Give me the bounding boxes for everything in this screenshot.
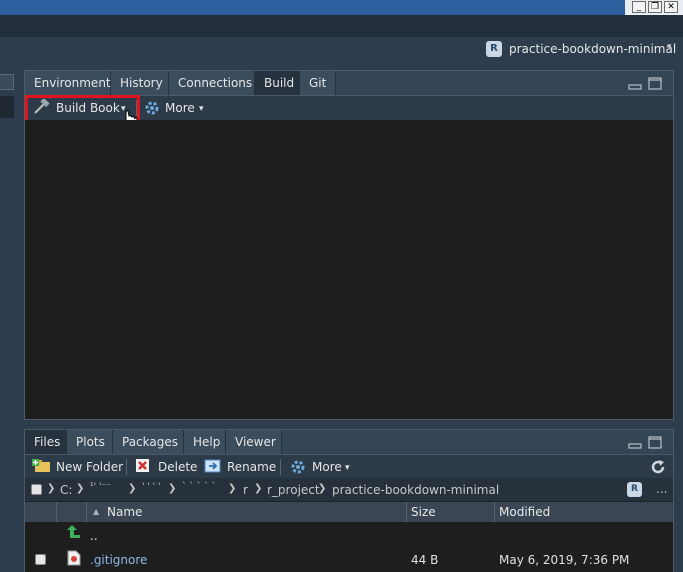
left-pane-toolbar — [0, 96, 14, 118]
file-icon — [66, 550, 82, 569]
tab-help[interactable]: Help — [184, 430, 226, 454]
tab-plots[interactable]: Plots — [67, 430, 113, 454]
breadcrumb-chevron-icon: ❯ — [128, 483, 137, 494]
breadcrumb-item[interactable]: ¹' '⁻⁻ — [90, 482, 111, 492]
breadcrumb-item[interactable]: r_project — [267, 483, 320, 497]
select-all-checkbox[interactable] — [31, 484, 42, 495]
tab-build[interactable]: Build — [255, 71, 300, 95]
tab-git[interactable]: Git — [300, 71, 336, 95]
tab-environment[interactable]: Environment — [25, 71, 111, 95]
breadcrumb-chevron-icon: ❯ — [76, 483, 85, 494]
minimize-button[interactable]: _ — [632, 1, 646, 13]
column-header-icon — [57, 502, 87, 522]
rename-button[interactable]: Rename — [227, 457, 276, 477]
minimize-pane-icon[interactable] — [628, 80, 642, 93]
left-pane-restore-icon[interactable] — [0, 74, 14, 90]
file-size: 44 B — [411, 553, 439, 567]
file-modified: May 6, 2019, 7:36 PM — [499, 553, 630, 567]
close-button[interactable]: ✕ — [664, 1, 678, 13]
project-caret-icon[interactable]: ▾ — [667, 42, 672, 52]
maximize-pane-icon[interactable] — [648, 436, 662, 452]
column-header-modified[interactable]: Modified — [495, 502, 673, 522]
gear-icon — [144, 100, 160, 119]
breadcrumb-chevron-icon: ❯ — [47, 483, 56, 494]
app-toolbar — [0, 15, 683, 38]
sort-ascending-icon: ▲ — [93, 507, 100, 516]
left-pane — [0, 70, 16, 572]
r-project-icon: R — [486, 41, 502, 57]
file-name-parent[interactable]: .. — [90, 529, 98, 543]
delete-button[interactable]: Delete — [158, 457, 197, 477]
gear-icon — [290, 459, 306, 478]
breadcrumb-chevron-icon: ❯ — [228, 483, 237, 494]
column-header-size[interactable]: Size — [407, 502, 495, 522]
breadcrumb-chevron-icon: ❯ — [254, 483, 263, 494]
go-to-project-icon[interactable]: R — [627, 482, 642, 497]
breadcrumb-chevron-icon: ❯ — [318, 483, 327, 494]
column-header-check — [25, 502, 57, 522]
tab-files[interactable]: Files — [25, 430, 67, 454]
window-titlebar — [0, 0, 683, 15]
breadcrumb-item[interactable]: C: — [60, 483, 72, 497]
column-header-name[interactable]: ▲ Name — [87, 502, 407, 522]
more-button[interactable]: More — [165, 98, 195, 118]
tab-history[interactable]: History — [111, 71, 169, 95]
minimize-pane-icon[interactable] — [628, 439, 642, 452]
up-arrow-icon[interactable] — [66, 524, 82, 543]
breadcrumb-current[interactable]: practice-bookdown-minimal — [332, 483, 499, 497]
column-header-name-label: Name — [107, 505, 143, 519]
more-caret-icon[interactable]: ▾ — [199, 99, 204, 119]
delete-icon — [135, 458, 151, 477]
toolbar-separator — [126, 459, 127, 475]
more-caret-icon[interactable]: ▾ — [345, 458, 350, 478]
project-name[interactable]: practice-bookdown-minimal — [509, 42, 676, 56]
refresh-icon[interactable] — [650, 459, 666, 478]
maximize-pane-icon[interactable] — [648, 77, 662, 93]
breadcrumb-item[interactable]: r — [243, 483, 248, 497]
file-checkbox[interactable] — [35, 554, 46, 565]
new-folder-button[interactable]: New Folder — [56, 457, 123, 477]
tab-connections[interactable]: Connections — [169, 71, 255, 95]
breadcrumb-chevron-icon: ❯ — [168, 483, 177, 494]
tab-viewer[interactable]: Viewer — [226, 430, 282, 454]
breadcrumb-item[interactable]: ` ` ` ` ` — [182, 482, 216, 492]
more-button[interactable]: More — [312, 457, 342, 477]
toolbar-separator — [280, 459, 281, 475]
tab-packages[interactable]: Packages — [113, 430, 184, 454]
breadcrumb-item[interactable]: ' ' ' ' — [142, 482, 160, 492]
more-path-button[interactable]: ... — [656, 482, 667, 496]
file-name-link[interactable]: .gitignore — [90, 553, 147, 567]
rename-icon — [204, 458, 222, 477]
maximize-button[interactable]: ❐ — [648, 1, 662, 13]
new-folder-icon — [31, 458, 51, 476]
build-output-area[interactable] — [25, 120, 673, 418]
